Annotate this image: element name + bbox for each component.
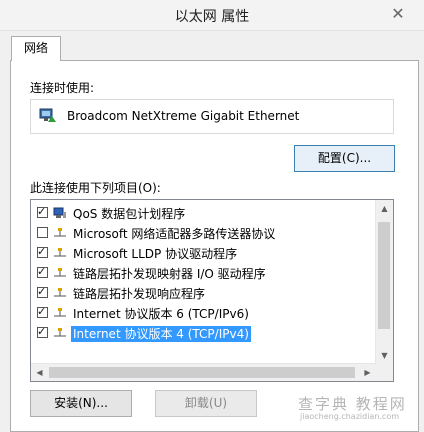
install-button[interactable]: 安装(N)... bbox=[30, 390, 132, 417]
list-item[interactable]: ✓ 链路层拓扑发现映射器 I/O 驱动程序 bbox=[33, 264, 373, 283]
item-checkbox[interactable]: ✓ bbox=[37, 205, 48, 218]
scrollbar-corner bbox=[376, 364, 393, 381]
item-label: Internet 协议版本 4 (TCP/IPv4) bbox=[71, 326, 251, 342]
item-label: Microsoft LLDP 协议驱动程序 bbox=[73, 247, 238, 261]
items-label: 此连接使用下列项目(O): bbox=[30, 181, 161, 195]
protocol-icon bbox=[54, 248, 66, 257]
check-icon: ✓ bbox=[37, 305, 47, 318]
scroll-left-icon[interactable]: ◀ bbox=[31, 364, 48, 381]
check-icon: ✓ bbox=[37, 285, 47, 298]
list-item[interactable]: ✓ QoS 数据包计划程序 bbox=[33, 204, 373, 223]
vertical-scrollbar[interactable]: ▲ ▼ bbox=[375, 200, 393, 364]
components-list[interactable]: ✓ QoS 数据包计划程序 Microsoft 网络适配器多路传送器协议 ✓ M… bbox=[30, 199, 394, 382]
protocol-icon bbox=[54, 228, 66, 237]
check-icon: ✓ bbox=[37, 245, 47, 258]
scroll-down-icon[interactable]: ▼ bbox=[376, 347, 393, 364]
list-item[interactable]: ✓ Internet 协议版本 6 (TCP/IPv6) bbox=[33, 304, 373, 323]
item-label: 链路层拓扑发现映射器 I/O 驱动程序 bbox=[73, 267, 266, 281]
scroll-right-icon[interactable]: ▶ bbox=[359, 364, 376, 381]
configure-button[interactable]: 配置(C)... bbox=[294, 145, 395, 172]
list-item[interactable]: ✓ Internet 协议版本 4 (TCP/IPv4) bbox=[33, 324, 373, 343]
check-icon: ✓ bbox=[37, 205, 47, 218]
scroll-up-icon[interactable]: ▲ bbox=[376, 200, 393, 217]
window-title: 以太网 属性 bbox=[174, 9, 250, 25]
tab-network[interactable]: 网络 bbox=[11, 36, 61, 61]
properties-window: 以太网 属性 ✕ 网络 连接时使用: Broadcom NetXtreme Gi… bbox=[0, 0, 424, 432]
item-checkbox[interactable]: ✓ bbox=[37, 265, 48, 278]
item-checkbox[interactable]: ✓ bbox=[37, 325, 48, 338]
vertical-scroll-thumb[interactable] bbox=[378, 222, 390, 329]
item-label: Internet 协议版本 6 (TCP/IPv6) bbox=[73, 307, 249, 321]
protocol-icon bbox=[54, 328, 66, 337]
protocol-icon bbox=[54, 288, 66, 297]
list-item[interactable]: ✓ 链路层拓扑发现响应程序 bbox=[33, 284, 373, 303]
list-item[interactable]: ✓ Microsoft LLDP 协议驱动程序 bbox=[33, 244, 373, 263]
item-label: 链路层拓扑发现响应程序 bbox=[73, 287, 206, 301]
item-checkbox[interactable]: ✓ bbox=[37, 305, 48, 318]
protocol-icon bbox=[54, 268, 66, 277]
uninstall-button[interactable]: 卸载(U) bbox=[155, 390, 257, 417]
item-checkbox[interactable] bbox=[37, 227, 48, 238]
check-icon: ✓ bbox=[37, 265, 47, 278]
item-label: QoS 数据包计划程序 bbox=[73, 207, 186, 221]
horizontal-scroll-thumb[interactable] bbox=[49, 367, 355, 378]
qos-icon bbox=[53, 207, 66, 218]
adapter-field: Broadcom NetXtreme Gigabit Ethernet bbox=[30, 99, 394, 134]
horizontal-scrollbar[interactable]: ◀ ▶ bbox=[31, 363, 376, 381]
connect-using-label: 连接时使用: bbox=[30, 81, 95, 95]
title-bar: 以太网 属性 ✕ bbox=[0, 0, 424, 31]
protocol-icon bbox=[54, 308, 66, 317]
adapter-name: Broadcom NetXtreme Gigabit Ethernet bbox=[67, 109, 300, 123]
close-button[interactable]: ✕ bbox=[380, 3, 416, 25]
item-checkbox[interactable]: ✓ bbox=[37, 285, 48, 298]
watermark-sub: jiaocheng.chazidian.com bbox=[300, 412, 400, 421]
check-icon: ✓ bbox=[37, 325, 47, 338]
item-checkbox[interactable]: ✓ bbox=[37, 245, 48, 258]
watermark: 查字典 教程网 jiaocheng.chazidian.com bbox=[298, 393, 418, 425]
item-label: Microsoft 网络适配器多路传送器协议 bbox=[73, 227, 276, 241]
network-adapter-icon bbox=[39, 108, 56, 122]
list-item[interactable]: Microsoft 网络适配器多路传送器协议 bbox=[33, 224, 373, 243]
watermark-main: 查字典 教程网 bbox=[298, 395, 407, 413]
